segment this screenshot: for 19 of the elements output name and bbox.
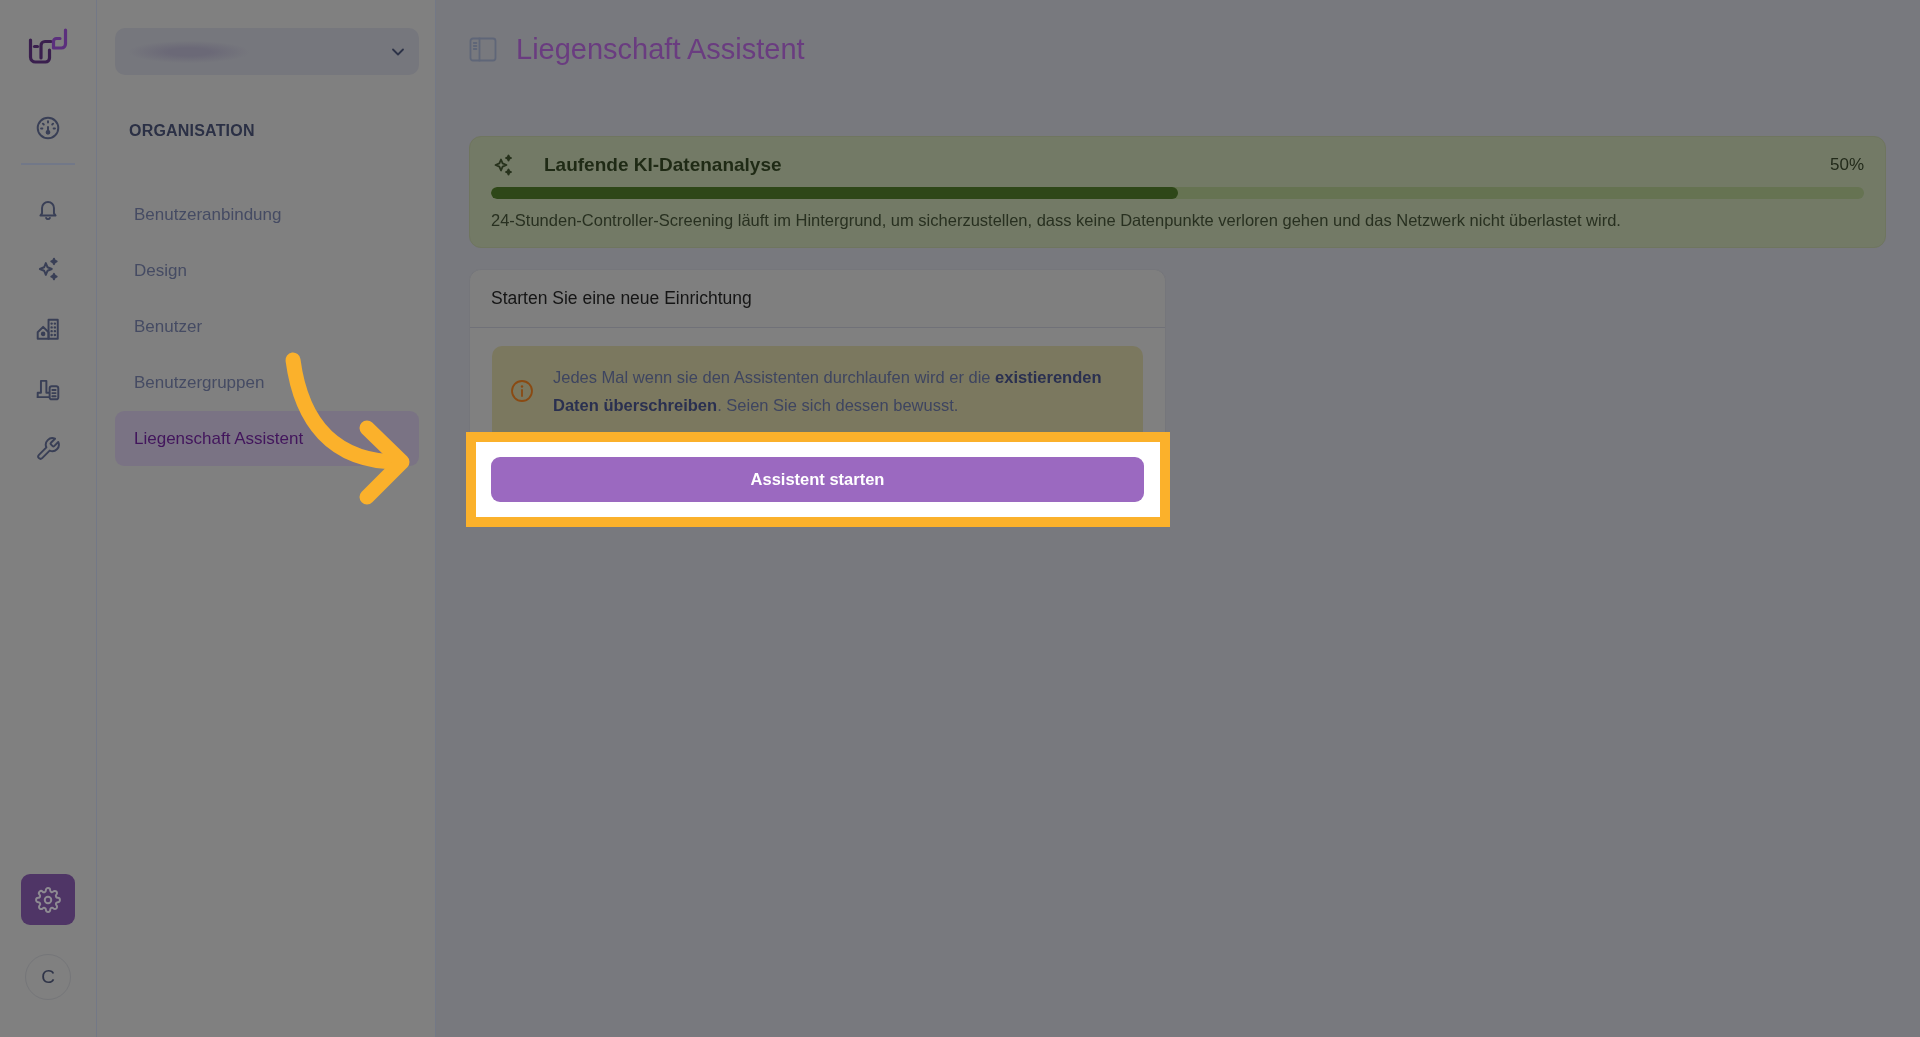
start-button[interactable]: Assistent starten bbox=[491, 457, 1144, 502]
settings-icon bbox=[35, 886, 61, 913]
sidebar-toggle-icon[interactable] bbox=[469, 36, 497, 62]
settings-button[interactable] bbox=[21, 874, 75, 925]
card-title: Laufende KI-Datenanalyse bbox=[544, 152, 782, 177]
logo[interactable] bbox=[27, 28, 69, 65]
gauge-icon bbox=[35, 115, 61, 141]
sidebar-item[interactable]: Benutzeranbindung bbox=[115, 187, 419, 243]
section-title: ORGANISATION bbox=[129, 121, 256, 141]
card-description: 24-Stunden-Controller-Screening läuft im Hintergrund, um sicherzustellen, dass keine Datenpunkte verloren gehen und das Netzwerk nicht überlastet wird. bbox=[491, 210, 1622, 231]
sidebar-item[interactable]: Benutzergruppen bbox=[115, 355, 419, 411]
info-icon bbox=[510, 379, 534, 403]
sidebar-item[interactable]: Design bbox=[115, 243, 419, 299]
page-title: Liegenschaft Assistent bbox=[516, 31, 805, 67]
progress-percent: 50% bbox=[1829, 154, 1864, 177]
warning-text: Jedes Mal wenn sie den Assistenten durchlaufen wird er die existierenden Daten überschreiben. Seien Sie sich dessen bewusst. bbox=[553, 367, 1103, 416]
wrench-icon bbox=[35, 436, 61, 462]
buildings-icon bbox=[35, 316, 61, 342]
sidebar-item[interactable]: Benutzer bbox=[115, 299, 419, 355]
